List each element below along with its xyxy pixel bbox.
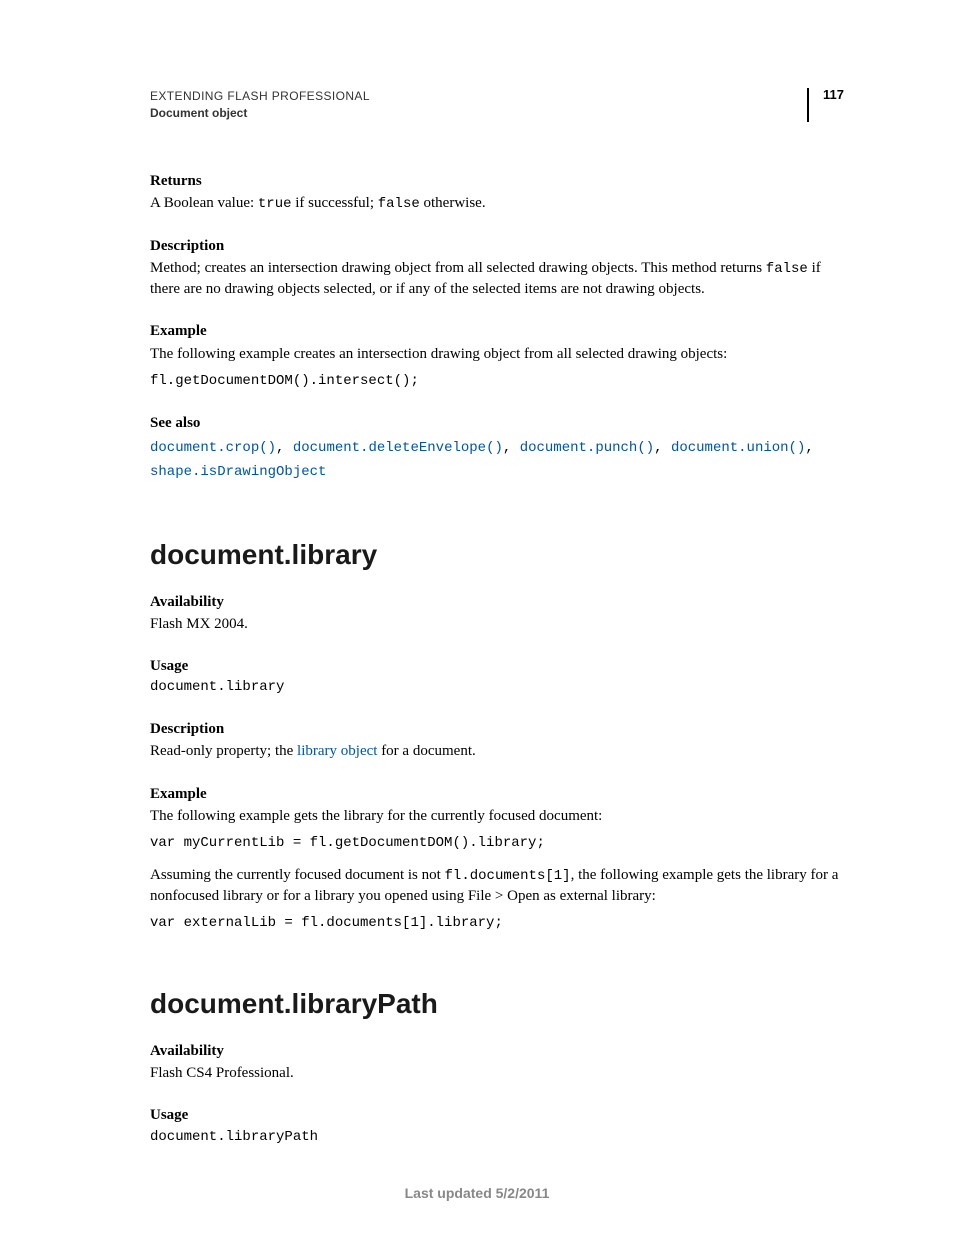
example-code: fl.getDocumentDOM().intersect();	[150, 372, 844, 391]
seealso-label: See also	[150, 413, 844, 433]
link-document-union[interactable]: document.union()	[671, 440, 805, 456]
header-title: EXTENDING FLASH PROFESSIONAL	[150, 88, 807, 105]
page-header: EXTENDING FLASH PROFESSIONAL Document ob…	[150, 88, 844, 123]
example-text: The following example creates an interse…	[150, 344, 844, 364]
usage-code-2: document.libraryPath	[150, 1128, 844, 1147]
heading-document-library: document.library	[150, 536, 844, 574]
link-document-punch[interactable]: document.punch()	[520, 440, 654, 456]
availability-label: Availability	[150, 592, 844, 612]
header-text: EXTENDING FLASH PROFESSIONAL Document ob…	[150, 88, 807, 123]
footer-text: Last updated 5/2/2011	[0, 1184, 954, 1203]
link-document-crop[interactable]: document.crop()	[150, 440, 276, 456]
usage-label: Usage	[150, 656, 844, 676]
example-code-2a: var myCurrentLib = fl.getDocumentDOM().l…	[150, 834, 844, 853]
availability-text: Flash MX 2004.	[150, 614, 844, 634]
page-number: 117	[807, 88, 844, 122]
link-document-deleteenvelope[interactable]: document.deleteEnvelope()	[293, 440, 503, 456]
usage-code: document.library	[150, 678, 844, 697]
example-label-2: Example	[150, 784, 844, 804]
description-text: Method; creates an intersection drawing …	[150, 258, 844, 299]
example-label: Example	[150, 321, 844, 341]
header-section: Document object	[150, 105, 807, 122]
usage-label-2: Usage	[150, 1105, 844, 1125]
link-shape-isdrawingobject[interactable]: shape.isDrawingObject	[150, 464, 326, 480]
example-text-2a: The following example gets the library f…	[150, 806, 844, 826]
availability-label-2: Availability	[150, 1041, 844, 1061]
seealso-links: document.crop(), document.deleteEnvelope…	[150, 435, 844, 484]
description-label-2: Description	[150, 719, 844, 739]
heading-document-librarypath: document.libraryPath	[150, 985, 844, 1023]
example-code-2b: var externalLib = fl.documents[1].librar…	[150, 914, 844, 933]
returns-text: A Boolean value: true if successful; fal…	[150, 193, 844, 214]
link-library-object[interactable]: library object	[297, 743, 377, 759]
example-text-2b: Assuming the currently focused document …	[150, 865, 844, 906]
description-text-2: Read-only property; the library object f…	[150, 741, 844, 761]
content: Returns A Boolean value: true if success…	[150, 171, 844, 1147]
page: EXTENDING FLASH PROFESSIONAL Document ob…	[0, 0, 954, 1235]
availability-text-2: Flash CS4 Professional.	[150, 1063, 844, 1083]
returns-label: Returns	[150, 171, 844, 191]
description-label: Description	[150, 236, 844, 256]
